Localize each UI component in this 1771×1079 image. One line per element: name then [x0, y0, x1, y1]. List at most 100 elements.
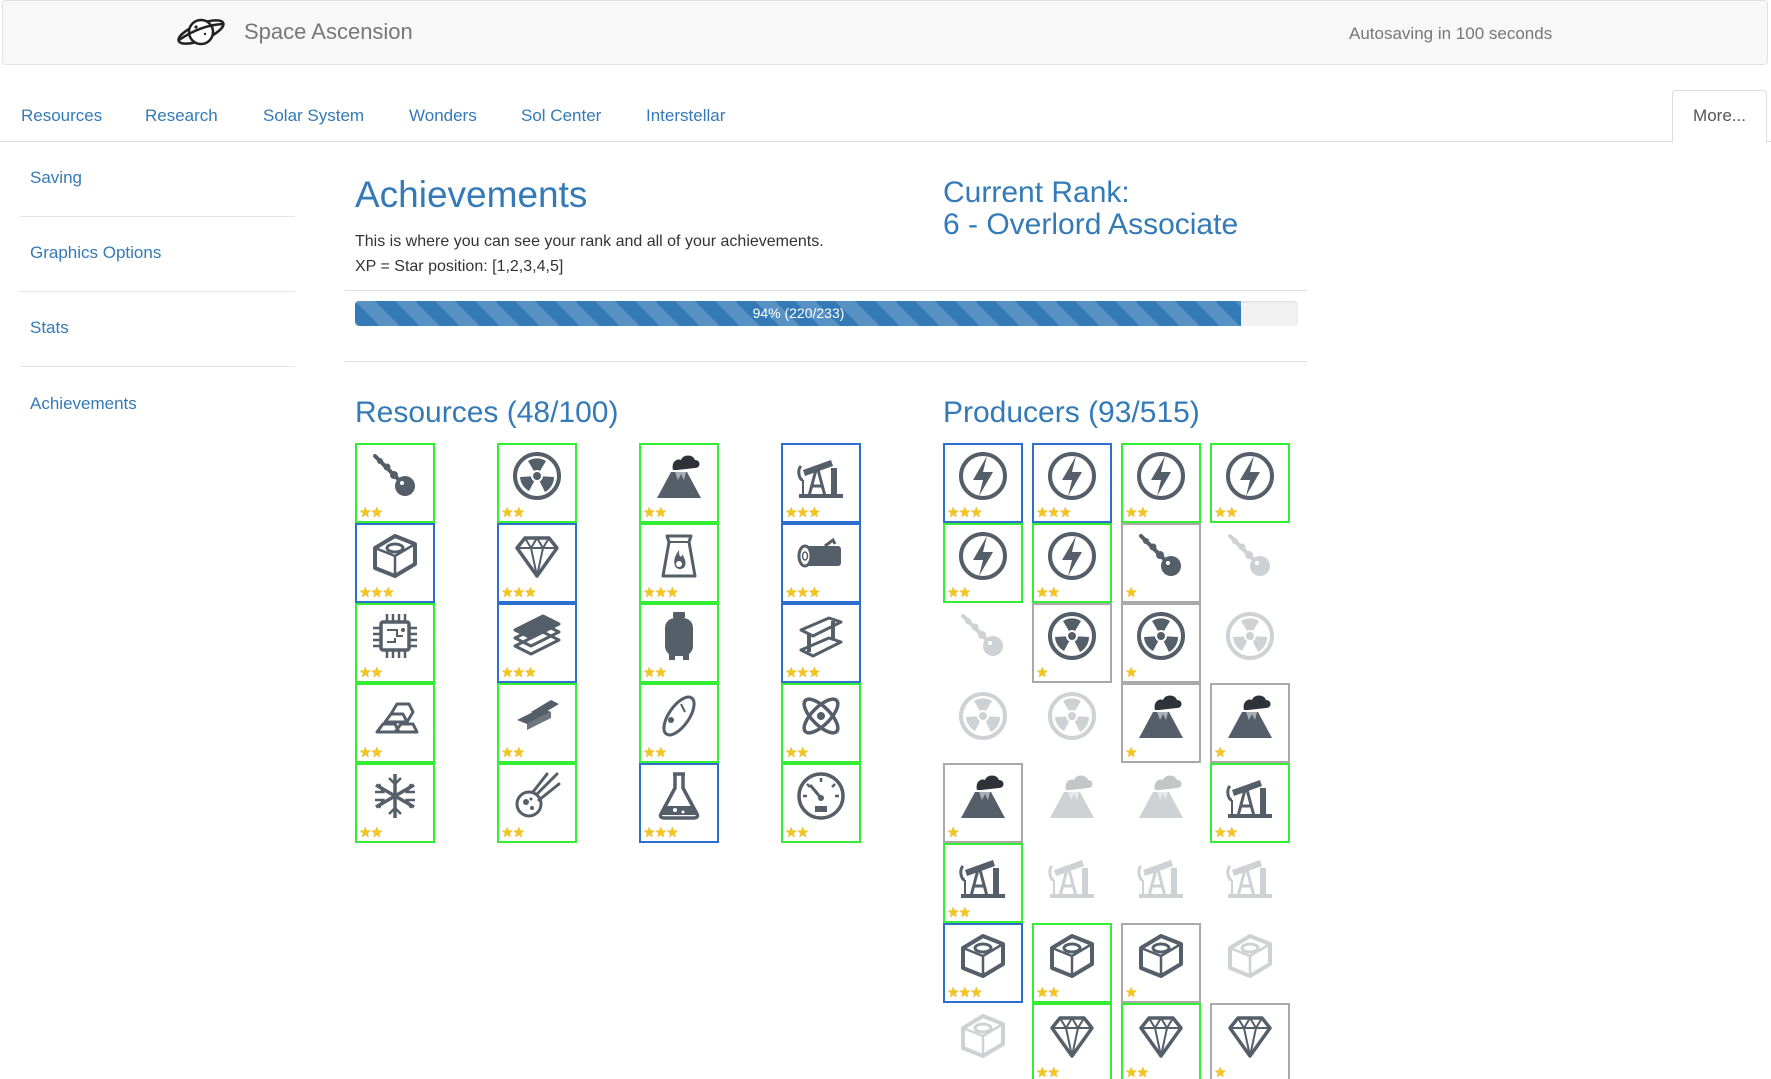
- sidebar-item-label: Graphics Options: [30, 243, 162, 262]
- star-rating: ★★: [359, 744, 383, 760]
- radiation-icon: [1048, 612, 1096, 660]
- producer-achievement-tile[interactable]: ★★: [1032, 1003, 1112, 1079]
- resource-achievement-tile[interactable]: ★★★: [639, 523, 719, 603]
- meteorite-icon: [373, 454, 415, 496]
- producer-achievement-tile[interactable]: ★★: [1032, 523, 1112, 603]
- tab-wonders[interactable]: Wonders: [409, 106, 477, 126]
- producer-achievement-tile[interactable]: [1210, 603, 1290, 683]
- sidebar-item-saving[interactable]: Saving: [20, 168, 295, 243]
- producer-achievement-tile[interactable]: ★★★: [943, 923, 1023, 1003]
- rank-label: Current Rank:: [943, 176, 1130, 209]
- tab-sol-center[interactable]: Sol Center: [521, 106, 601, 126]
- resource-achievement-tile[interactable]: ★★★: [497, 523, 577, 603]
- tab-interstellar[interactable]: Interstellar: [646, 106, 725, 126]
- resource-achievement-tile[interactable]: ★★: [497, 443, 577, 523]
- star-rating: ★★: [947, 904, 971, 920]
- producer-achievement-tile[interactable]: [1032, 763, 1112, 843]
- volcano-icon: [1139, 775, 1183, 818]
- resource-achievement-tile[interactable]: ★★★: [781, 523, 861, 603]
- producer-achievement-tile[interactable]: ★★: [1121, 1003, 1201, 1079]
- producer-achievement-tile[interactable]: ★: [1121, 683, 1201, 763]
- metal-nut-icon: [1139, 934, 1183, 978]
- producer-achievement-tile[interactable]: [1032, 843, 1112, 923]
- producer-achievement-tile[interactable]: ★: [1121, 923, 1201, 1003]
- star-rating: ★: [1036, 664, 1049, 680]
- volcano-icon: [1228, 695, 1272, 738]
- producer-achievement-tile[interactable]: ★★: [1032, 923, 1112, 1003]
- producer-achievement-tile[interactable]: [1210, 843, 1290, 923]
- volcano-icon: [1050, 775, 1094, 818]
- resource-achievement-tile[interactable]: ★★★: [355, 523, 435, 603]
- producer-achievement-tile[interactable]: ★: [1121, 603, 1201, 683]
- resource-achievement-tile[interactable]: ★★: [355, 683, 435, 763]
- sidebar-divider: [20, 366, 295, 367]
- producer-achievement-tile[interactable]: ★★: [1121, 443, 1201, 523]
- producer-achievement-tile[interactable]: [1121, 843, 1201, 923]
- producer-achievement-tile[interactable]: ★: [1121, 523, 1201, 603]
- resource-achievement-tile[interactable]: ★★: [497, 683, 577, 763]
- producer-achievement-tile[interactable]: ★★: [1210, 763, 1290, 843]
- resource-achievement-tile[interactable]: ★★★: [639, 763, 719, 843]
- star-rating: ★★: [501, 824, 525, 840]
- resource-achievement-tile[interactable]: ★★★: [781, 603, 861, 683]
- resource-achievement-tile[interactable]: ★★: [639, 443, 719, 523]
- star-rating: ★★: [947, 584, 971, 600]
- producer-achievement-tile[interactable]: [943, 603, 1023, 683]
- tab-solar-system[interactable]: Solar System: [263, 106, 364, 126]
- sidebar-item-stats[interactable]: Stats: [20, 318, 295, 393]
- producer-achievement-tile[interactable]: ★★: [943, 523, 1023, 603]
- star-rating: ★: [1125, 584, 1138, 600]
- producer-achievement-tile[interactable]: ★: [1032, 603, 1112, 683]
- sidebar-item-graphics-options[interactable]: Graphics Options: [20, 243, 295, 318]
- sidebar-divider: [20, 291, 295, 292]
- producer-achievement-tile[interactable]: ★★: [1210, 443, 1290, 523]
- producer-achievement-tile[interactable]: [1121, 763, 1201, 843]
- star-rating: ★★★: [947, 984, 983, 1000]
- producer-achievement-tile[interactable]: ★★: [943, 843, 1023, 923]
- producer-achievement-tile[interactable]: [1210, 523, 1290, 603]
- resource-achievement-tile[interactable]: ★★: [639, 683, 719, 763]
- tab-more[interactable]: More...: [1672, 90, 1767, 143]
- divider: [345, 361, 1307, 362]
- main-tabs: Resources Research Solar System Wonders …: [0, 90, 1771, 143]
- sidebar-item-achievements[interactable]: Achievements: [20, 394, 295, 469]
- page-description: This is where you can see your rank and …: [355, 233, 824, 250]
- autosave-status: Autosaving in 100 seconds: [1349, 24, 1553, 43]
- oil-pump-icon: [1137, 860, 1183, 898]
- resource-achievement-tile[interactable]: ★★★: [497, 603, 577, 683]
- radiation-icon: [513, 452, 561, 500]
- energy-icon: [1137, 452, 1185, 500]
- rank-progress-bar: 94% (220/233): [355, 301, 1298, 326]
- oil-pump-icon: [959, 860, 1005, 898]
- star-rating: ★★: [359, 824, 383, 840]
- resource-achievement-tile[interactable]: ★★: [355, 603, 435, 683]
- producer-achievement-tile[interactable]: ★★★: [1032, 443, 1112, 523]
- resource-achievement-tile[interactable]: ★★: [781, 763, 861, 843]
- planet-icon[interactable]: [174, 13, 228, 51]
- resource-achievement-tile[interactable]: ★★: [355, 443, 435, 523]
- star-rating: ★★: [359, 664, 383, 680]
- producer-achievement-tile[interactable]: [1032, 683, 1112, 763]
- producer-achievement-tile[interactable]: ★: [943, 763, 1023, 843]
- resource-achievement-tile[interactable]: ★★: [781, 683, 861, 763]
- resource-achievement-tile[interactable]: ★★★: [781, 443, 861, 523]
- radiation-icon: [1226, 612, 1274, 660]
- star-rating: ★★★: [501, 584, 537, 600]
- producer-achievement-tile[interactable]: ★: [1210, 1003, 1290, 1079]
- star-rating: ★: [1214, 744, 1227, 760]
- tab-resources[interactable]: Resources: [21, 106, 102, 126]
- resource-achievement-tile[interactable]: ★★: [497, 763, 577, 843]
- star-rating: ★★: [1214, 504, 1238, 520]
- producer-achievement-tile[interactable]: ★★★: [943, 443, 1023, 523]
- resource-achievement-tile[interactable]: ★★: [355, 763, 435, 843]
- producer-achievement-tile[interactable]: [943, 683, 1023, 763]
- producer-achievement-tile[interactable]: ★: [1210, 683, 1290, 763]
- producer-achievement-tile[interactable]: [1210, 923, 1290, 1003]
- tab-research[interactable]: Research: [145, 106, 218, 126]
- resource-achievement-tile[interactable]: ★★: [639, 603, 719, 683]
- producer-achievement-tile[interactable]: [943, 1003, 1023, 1079]
- radiation-icon: [959, 692, 1007, 740]
- progress-text: 94% (220/233): [752, 305, 845, 321]
- brand-name[interactable]: Space Ascension: [244, 19, 413, 45]
- star-rating: ★★: [643, 744, 667, 760]
